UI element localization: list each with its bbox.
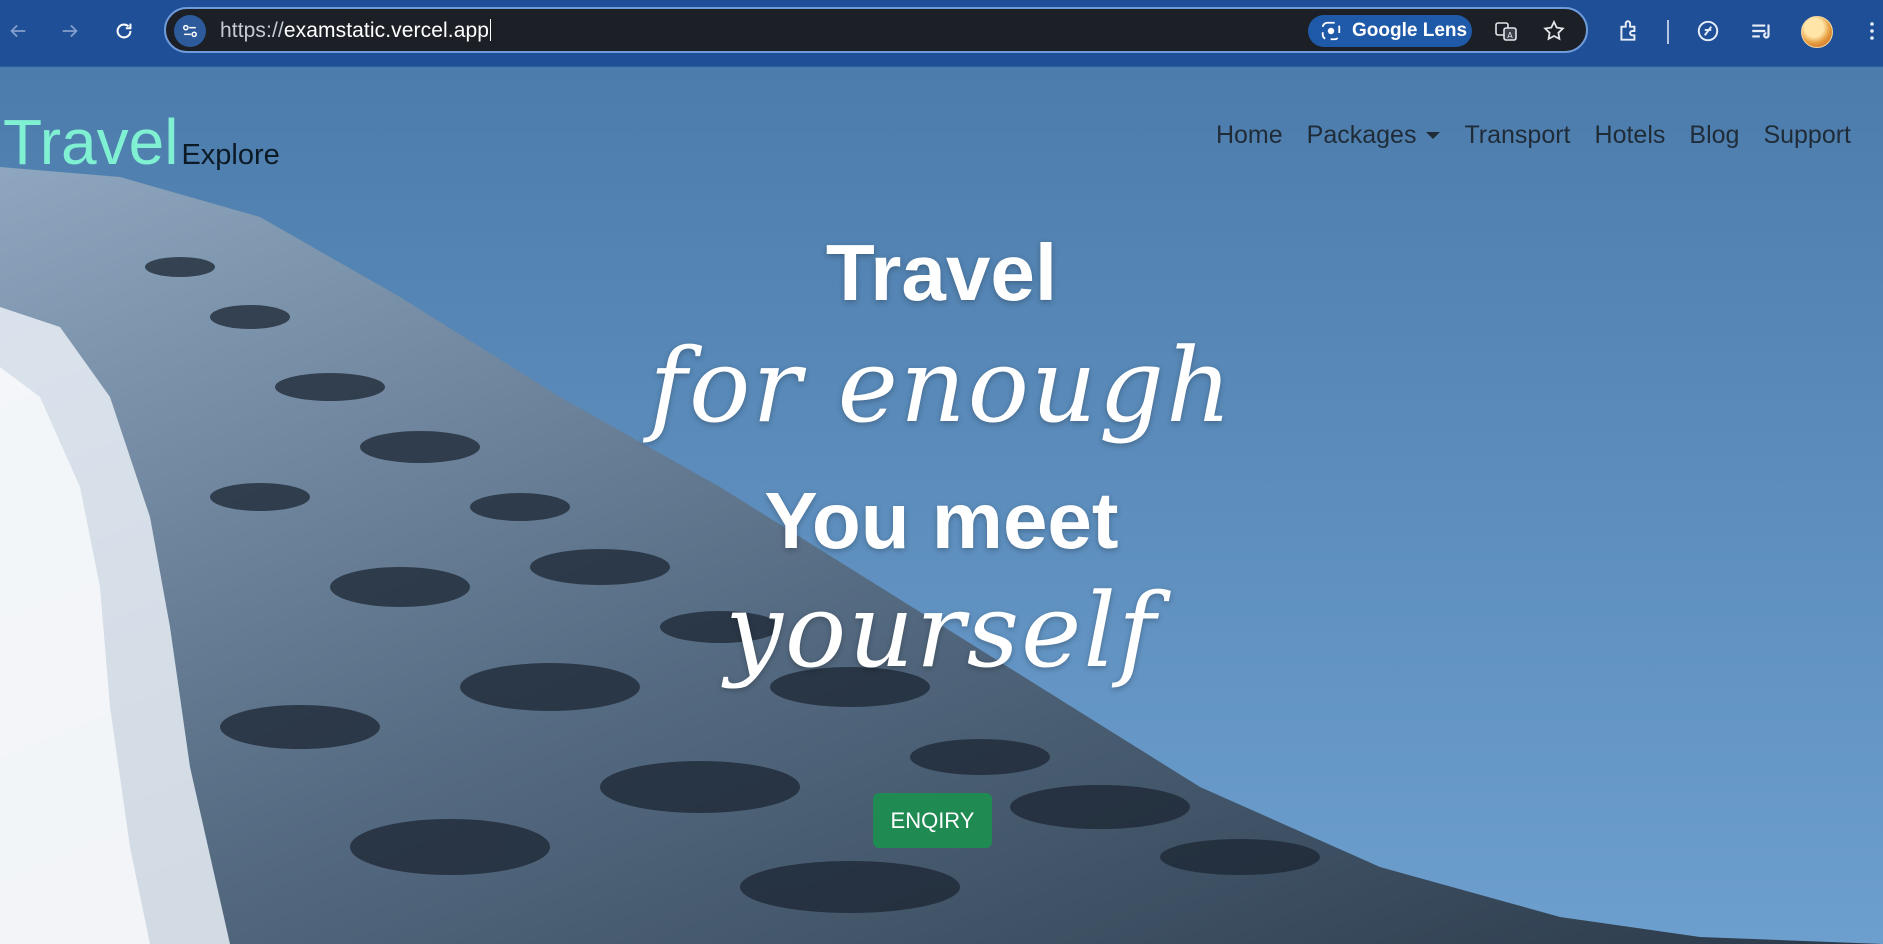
reload-icon[interactable] xyxy=(109,16,139,46)
webpage: Travel Explore Home Packages Transport H… xyxy=(0,67,1883,944)
menu-dots-icon[interactable] xyxy=(1857,16,1883,46)
back-icon[interactable] xyxy=(3,16,33,46)
nav-blog[interactable]: Blog xyxy=(1689,121,1739,150)
brand-sub: Explore xyxy=(181,139,280,171)
reading-list-icon[interactable] xyxy=(1747,16,1777,46)
nav-packages[interactable]: Packages xyxy=(1307,121,1441,150)
bookmark-star-icon[interactable] xyxy=(1540,17,1568,45)
google-lens-icon xyxy=(1321,21,1341,41)
svg-text:A: A xyxy=(1507,31,1513,40)
main-nav: Home Packages Transport Hotels Blog Supp… xyxy=(1192,121,1851,150)
hero-line-2: for enough xyxy=(649,327,1234,446)
nav-support[interactable]: Support xyxy=(1763,121,1851,150)
chevron-down-icon xyxy=(1426,132,1441,139)
enquiry-button[interactable]: ENQIRY xyxy=(873,793,992,848)
nav-hotels[interactable]: Hotels xyxy=(1595,121,1666,150)
translate-icon[interactable]: A xyxy=(1492,17,1520,45)
hero-line-4: yourself xyxy=(725,572,1158,691)
forward-icon[interactable] xyxy=(55,16,85,46)
nav-home[interactable]: Home xyxy=(1216,121,1283,150)
site-logo[interactable]: Travel Explore xyxy=(3,105,280,179)
site-info-icon[interactable] xyxy=(174,15,206,47)
google-lens-button[interactable]: Google Lens xyxy=(1308,15,1472,47)
address-bar[interactable]: https://examstatic.vercel.app Google Len… xyxy=(164,7,1588,53)
nav-transport[interactable]: Transport xyxy=(1464,121,1570,150)
brand-main: Travel xyxy=(3,106,179,178)
toolbar-divider xyxy=(1667,20,1669,44)
hero-line-3: You meet xyxy=(764,476,1119,565)
url-text[interactable]: https://examstatic.vercel.app xyxy=(220,19,492,43)
profile-avatar[interactable] xyxy=(1801,16,1833,48)
extensions-icon[interactable] xyxy=(1614,16,1644,46)
hero-line-1: Travel xyxy=(825,228,1058,317)
browser-toolbar: https://examstatic.vercel.app Google Len… xyxy=(0,0,1883,67)
performance-icon[interactable] xyxy=(1693,16,1723,46)
